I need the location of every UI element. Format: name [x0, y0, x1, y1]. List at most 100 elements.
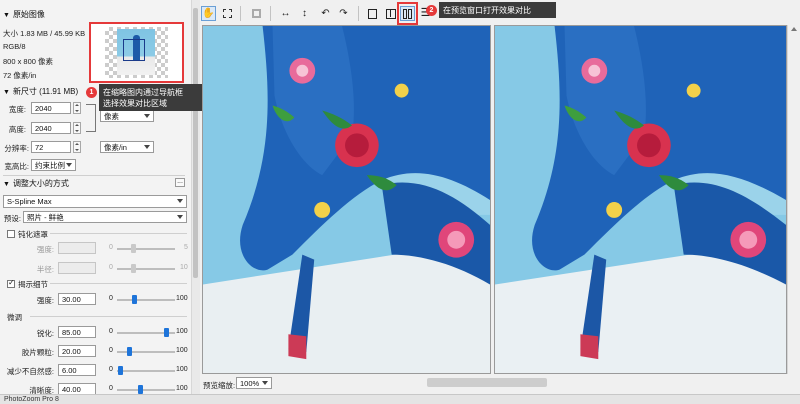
clarity-knob[interactable]	[138, 385, 144, 394]
clarity-track[interactable]	[117, 389, 175, 391]
more-options-button[interactable]: ...	[175, 178, 185, 187]
width-input[interactable]: 2040	[31, 102, 71, 114]
panel-scrollbar-thumb[interactable]	[193, 8, 198, 278]
info-resolution: 72 像素/in	[3, 71, 37, 80]
detail-strength-max: 100	[176, 295, 188, 302]
aspect-label: 宽高比:	[4, 162, 29, 171]
hand-tool-icon[interactable]: ✋	[201, 6, 216, 21]
rotate-right-icon[interactable]: ↷	[336, 6, 351, 21]
grain-track[interactable]	[117, 351, 175, 353]
resolution-unit-select[interactable]: 像素/in	[100, 141, 154, 153]
info-size: 大小 1.83 MB / 45.99 KB	[3, 29, 86, 38]
split-compare-icon[interactable]	[400, 6, 415, 21]
preset-label: 预设:	[3, 214, 21, 223]
soften-strength-label: 强度:	[36, 245, 54, 254]
original-image-header[interactable]: ▼ 原始图像	[3, 9, 45, 20]
preset-select[interactable]: 照片 - 鲜艳	[23, 211, 187, 223]
artifact-track[interactable]	[117, 370, 175, 372]
link-bracket	[86, 104, 96, 132]
chevron-down-icon	[177, 199, 183, 203]
resize-method-header[interactable]: ▼ 调整大小的方式	[3, 178, 69, 189]
detail-strength-label: 强度:	[36, 296, 54, 305]
marquee-tool-icon[interactable]	[220, 6, 235, 21]
soften-strength-max: 5	[184, 244, 188, 251]
grain-label: 胶片颗粒:	[21, 348, 54, 357]
preview-horizontal-scrollbar-thumb[interactable]	[427, 378, 547, 387]
flip-vertical-icon[interactable]: ↕	[297, 6, 312, 21]
height-label: 高度:	[8, 125, 26, 134]
shoe-photo-original	[203, 26, 490, 373]
detail-strength-track[interactable]	[117, 299, 175, 301]
aspect-select[interactable]: 约束比例	[31, 159, 76, 171]
detail-strength-input[interactable]: 30.00	[58, 293, 96, 305]
single-view-icon[interactable]	[365, 6, 380, 21]
sharpen-knob[interactable]	[164, 328, 170, 337]
artifact-min: 0	[109, 366, 113, 373]
shoe-photo-result	[495, 26, 786, 373]
split-view-icon[interactable]	[383, 6, 398, 21]
sharpen-min: 0	[109, 328, 113, 335]
soften-radius-knob	[131, 264, 136, 273]
thumbnail-image	[105, 27, 168, 78]
soften-mask-checkbox[interactable]	[7, 230, 15, 238]
toolbar-tip: 在预览窗口打开效果对比	[439, 2, 556, 18]
soften-radius-track	[117, 268, 175, 270]
zoom-select[interactable]: 100%	[236, 377, 272, 389]
navigator-frame[interactable]	[123, 39, 145, 61]
divider	[50, 283, 187, 284]
grain-input[interactable]: 20.00	[58, 345, 96, 357]
divider	[30, 316, 187, 317]
step-badge: 1	[86, 87, 97, 98]
info-dimensions: 800 x 800 像素	[3, 57, 54, 66]
size-unit-select[interactable]: 像素	[100, 110, 154, 122]
artifact-knob[interactable]	[118, 366, 124, 375]
width-stepper[interactable]	[73, 102, 81, 114]
soften-radius-max: 10	[180, 264, 188, 271]
soften-strength-knob	[131, 244, 136, 253]
collapse-arrow-icon: ▼	[3, 89, 10, 96]
chevron-down-icon	[66, 163, 72, 167]
resolution-input[interactable]: 72	[31, 141, 71, 153]
settings-panel: ▼ 原始图像 大小 1.83 MB / 45.99 KB RGB/8 800 x …	[0, 0, 200, 404]
width-label: 宽度:	[8, 105, 26, 114]
crop-icon[interactable]	[249, 6, 264, 21]
sharpen-input[interactable]: 85.00	[58, 326, 96, 338]
resolution-label: 分辨率:	[4, 144, 29, 153]
height-stepper[interactable]	[73, 122, 81, 134]
zoom-label: 预览缩放:	[203, 381, 236, 390]
reveal-detail-checkbox[interactable]	[7, 278, 15, 288]
chevron-down-icon	[144, 145, 150, 149]
soften-radius-label: 半径:	[36, 265, 54, 274]
artifact-max: 100	[176, 366, 188, 373]
navigator-thumbnail[interactable]	[89, 22, 184, 83]
artifact-label: 减少不自然感:	[6, 367, 54, 376]
chevron-down-icon	[144, 114, 150, 118]
preview-original-pane[interactable]	[202, 25, 491, 374]
artifact-input[interactable]: 6.00	[58, 364, 96, 376]
collapse-arrow-icon: ▼	[3, 12, 10, 19]
detail-strength-min: 0	[109, 295, 113, 302]
rotate-left-icon[interactable]: ↶	[318, 6, 333, 21]
new-size-header[interactable]: ▼ 新尺寸 (11.91 MB)	[3, 86, 78, 97]
chevron-down-icon	[177, 215, 183, 219]
toolbar-separator	[358, 6, 359, 21]
scroll-up-icon[interactable]	[791, 27, 797, 31]
divider	[50, 233, 187, 234]
preview-result-pane[interactable]	[494, 25, 787, 374]
method-select[interactable]: S-Spline Max	[3, 195, 187, 208]
clarity-max: 100	[176, 385, 188, 392]
detail-strength-knob[interactable]	[132, 295, 138, 304]
fine-tune-label: 微调	[7, 313, 22, 322]
resolution-stepper[interactable]	[73, 141, 81, 153]
chevron-down-icon	[262, 381, 268, 385]
soften-strength-input	[58, 242, 96, 254]
toolbar-separator	[270, 6, 271, 21]
height-input[interactable]: 2040	[31, 122, 71, 134]
clarity-min: 0	[109, 385, 113, 392]
flip-horizontal-icon[interactable]: ↔	[278, 6, 293, 21]
preview-vertical-scrollbar[interactable]	[787, 25, 800, 374]
soften-radius-input	[58, 262, 96, 274]
info-mode: RGB/8	[3, 42, 26, 51]
soften-mask-label: 钝化遮罩	[18, 230, 48, 239]
grain-knob[interactable]	[126, 347, 132, 356]
